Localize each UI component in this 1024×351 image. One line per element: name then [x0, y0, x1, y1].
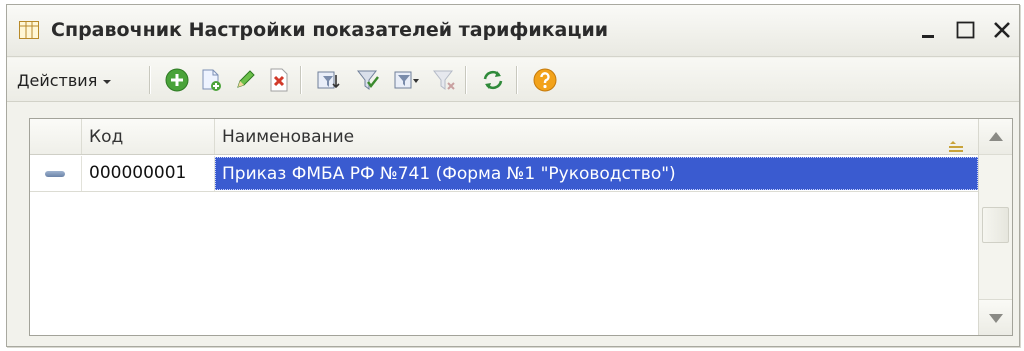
toolbar-separator [149, 66, 150, 94]
filter-clear-icon [432, 70, 455, 90]
toolbar-separator [300, 66, 301, 94]
filter-history-button[interactable] [393, 67, 419, 93]
column-header-name[interactable]: Наименование [215, 119, 978, 154]
filter-value-icon [317, 71, 340, 89]
column-header-code[interactable]: Код [82, 119, 215, 154]
table-header: Код Наименование [30, 119, 978, 155]
delete-button[interactable] [266, 67, 292, 93]
filter-dropdown-icon [394, 71, 419, 89]
plus-circle-icon [165, 68, 189, 92]
cell-name[interactable]: Приказ ФМБА РФ №741 (Форма №1 "Руководст… [215, 157, 978, 190]
toolbar: Действия [7, 58, 1019, 102]
help-button[interactable] [532, 67, 558, 93]
toolbar-separator [516, 66, 517, 94]
arrow-down-icon [989, 314, 1003, 323]
pencil-icon [237, 70, 255, 88]
arrow-up-icon [989, 132, 1003, 141]
maximize-button[interactable] [955, 19, 977, 41]
title-bar: Справочник Настройки показателей тарифик… [7, 5, 1019, 57]
help-question-icon [533, 68, 557, 92]
scroll-thumb[interactable] [982, 207, 1009, 243]
clear-filter-button[interactable] [431, 67, 457, 93]
filter-check-icon [356, 70, 379, 90]
catalog-table: Код Наименование 000000001 Приказ ФМБА Р… [29, 118, 1013, 336]
sort-icon [948, 131, 964, 152]
chevron-down-icon [102, 71, 112, 90]
window: Справочник Настройки показателей тарифик… [6, 4, 1020, 347]
row-marker [30, 156, 82, 191]
close-button[interactable] [991, 19, 1013, 41]
toolbar-separator [465, 66, 466, 94]
window-title: Справочник Настройки показателей тарифик… [51, 19, 609, 41]
table-grid-icon [19, 21, 39, 39]
table-row[interactable]: 000000001 Приказ ФМБА РФ №741 (Форма №1 … [30, 156, 978, 192]
actions-menu[interactable]: Действия [17, 67, 112, 93]
filter-button[interactable] [355, 67, 381, 93]
minimize-button[interactable] [919, 19, 941, 41]
copy-button[interactable] [198, 67, 224, 93]
refresh-icon [483, 70, 503, 90]
element-marker-icon [45, 171, 65, 177]
cell-code[interactable]: 000000001 [82, 156, 215, 191]
actions-menu-label: Действия [17, 70, 98, 90]
filter-by-value-button[interactable] [315, 67, 341, 93]
delete-x-icon [270, 68, 288, 92]
scroll-track[interactable] [979, 155, 1012, 299]
column-header-name-label: Наименование [222, 127, 355, 147]
add-button[interactable] [164, 67, 190, 93]
edit-button[interactable] [232, 67, 258, 93]
scroll-down-button[interactable] [979, 299, 1012, 335]
vertical-scrollbar[interactable] [978, 119, 1012, 335]
copy-document-icon [202, 69, 221, 91]
marker-column-header [30, 119, 82, 154]
scroll-up-button[interactable] [979, 119, 1012, 155]
refresh-button[interactable] [480, 67, 506, 93]
